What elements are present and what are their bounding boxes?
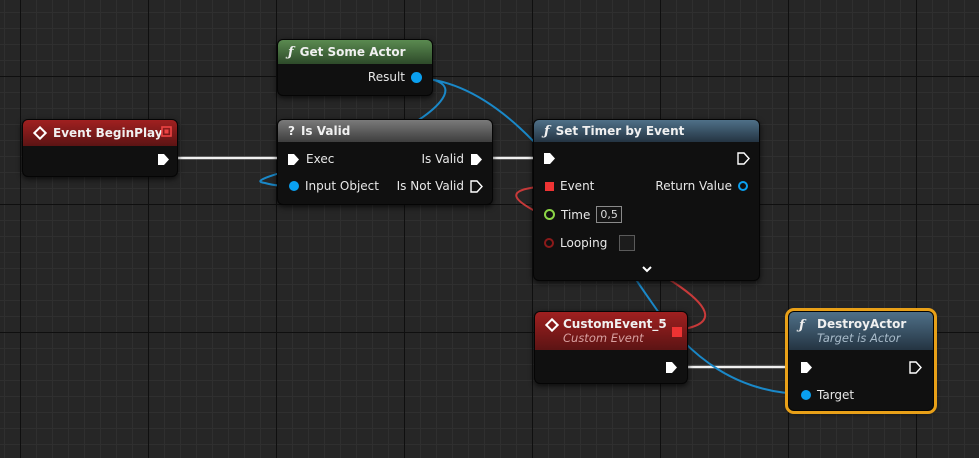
function-icon: ƒ bbox=[288, 44, 294, 60]
object-pin-icon[interactable] bbox=[411, 71, 422, 83]
exec-out-pin-icon[interactable] bbox=[470, 153, 483, 166]
exec-out-pin-icon[interactable] bbox=[157, 153, 169, 165]
exec-in-pin-icon[interactable] bbox=[800, 361, 813, 374]
exec-out-pin-icon[interactable] bbox=[665, 361, 678, 374]
exec-pin-label: Exec bbox=[306, 152, 335, 166]
time-pin-label: Time bbox=[561, 207, 591, 222]
function-icon: ƒ bbox=[799, 318, 805, 333]
get-some-actor-node[interactable]: ƒ Get Some Actor Result bbox=[277, 39, 433, 96]
function-icon: ƒ bbox=[544, 123, 550, 139]
chevron-down-icon[interactable] bbox=[641, 265, 653, 274]
target-pin[interactable]: Target bbox=[801, 388, 854, 402]
custom-event-title: CustomEvent_5 bbox=[563, 317, 667, 331]
event-beginplay-title: Event BeginPlay bbox=[53, 126, 163, 140]
get-some-actor-header[interactable]: ƒ Get Some Actor bbox=[278, 40, 432, 64]
result-pin[interactable]: Result bbox=[368, 70, 422, 84]
time-pin[interactable]: Time 0,5 bbox=[544, 206, 622, 223]
get-some-actor-title: Get Some Actor bbox=[299, 45, 406, 59]
exec-in-pin[interactable]: Exec bbox=[287, 152, 334, 166]
is-valid-title: Is Valid bbox=[300, 124, 351, 138]
exec-out-hollow-pin-icon[interactable] bbox=[470, 179, 483, 193]
return-value-label: Return Value bbox=[655, 179, 732, 193]
object-pin-icon[interactable] bbox=[289, 181, 299, 191]
exec-out-hollow-pin-icon[interactable] bbox=[737, 152, 750, 165]
destroy-actor-subtitle: Target is Actor bbox=[817, 331, 901, 345]
destroy-actor-header[interactable]: ƒ DestroyActor Target is Actor bbox=[789, 312, 933, 350]
event-beginplay-node[interactable]: Event BeginPlay bbox=[22, 119, 178, 177]
set-timer-title: Set Timer by Event bbox=[555, 124, 685, 138]
event-delegate-pin[interactable]: Event bbox=[545, 179, 594, 193]
result-pin-label: Result bbox=[367, 70, 405, 84]
exec-out-hollow-pin-icon[interactable] bbox=[909, 361, 922, 374]
event-diamond-icon bbox=[545, 318, 559, 332]
event-diamond-icon bbox=[33, 126, 47, 140]
is-not-valid-out-pin[interactable]: Is Not Valid bbox=[397, 179, 483, 193]
exec-in-pin-icon[interactable] bbox=[287, 153, 300, 166]
delegate-out-pin-icon[interactable] bbox=[672, 327, 682, 337]
event-pin-label: Event bbox=[560, 179, 595, 193]
input-object-label: Input Object bbox=[305, 179, 379, 193]
time-value-field[interactable]: 0,5 bbox=[596, 206, 622, 223]
looping-pin-label: Looping bbox=[560, 236, 608, 250]
is-valid-out-pin[interactable]: Is Valid bbox=[421, 152, 483, 166]
return-value-pin[interactable]: Return Value bbox=[655, 179, 748, 193]
set-timer-header[interactable]: ƒ Set Timer by Event bbox=[534, 120, 759, 142]
looping-checkbox[interactable] bbox=[619, 235, 636, 251]
object-pin-icon[interactable] bbox=[801, 390, 811, 400]
is-valid-out-label: Is Valid bbox=[421, 152, 464, 166]
delegate-pin-icon[interactable] bbox=[161, 126, 173, 138]
exec-in-pin-icon[interactable] bbox=[543, 152, 556, 165]
event-beginplay-header[interactable]: Event BeginPlay bbox=[23, 120, 177, 146]
custom-event-node[interactable]: CustomEvent_5 Custom Event bbox=[534, 311, 688, 384]
input-object-pin[interactable]: Input Object bbox=[289, 179, 379, 193]
question-icon: ? bbox=[288, 124, 295, 138]
looping-pin[interactable]: Looping bbox=[544, 235, 636, 251]
destroy-actor-node[interactable]: ƒ DestroyActor Target is Actor Target bbox=[785, 308, 937, 414]
float-pin-icon[interactable] bbox=[544, 209, 555, 220]
is-valid-header[interactable]: ? Is Valid bbox=[278, 120, 492, 142]
is-not-valid-label: Is Not Valid bbox=[396, 179, 464, 193]
delegate-pin-icon[interactable] bbox=[545, 181, 554, 191]
custom-event-subtitle: Custom Event bbox=[563, 331, 644, 345]
is-valid-node[interactable]: ? Is Valid Exec Input Object Is Valid Is… bbox=[277, 119, 493, 205]
bool-pin-icon[interactable] bbox=[544, 238, 554, 248]
target-pin-label: Target bbox=[817, 388, 855, 402]
set-timer-by-event-node[interactable]: ƒ Set Timer by Event Event Return Value … bbox=[533, 119, 760, 281]
destroy-actor-title: DestroyActor bbox=[817, 317, 907, 331]
struct-pin-icon[interactable] bbox=[738, 181, 748, 191]
blueprint-graph-canvas[interactable]: Event BeginPlay ƒ Get Some Actor Result … bbox=[0, 0, 979, 458]
custom-event-header[interactable]: CustomEvent_5 Custom Event bbox=[535, 312, 687, 350]
